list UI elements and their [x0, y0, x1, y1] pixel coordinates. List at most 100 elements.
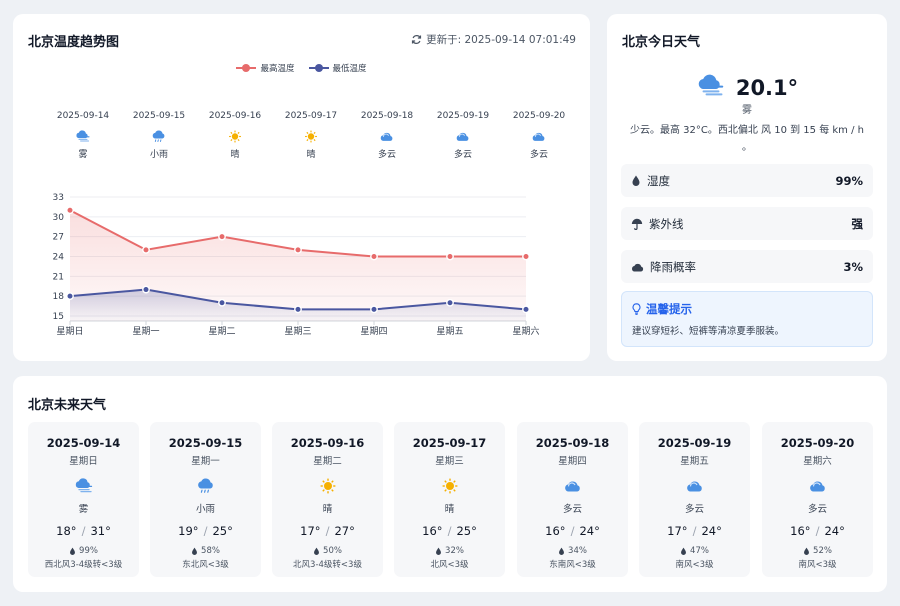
future-wind: 西北风3-4级转<3级 [44, 560, 123, 570]
today-title: 北京今日天气 [622, 35, 701, 50]
y-tick-label: 18 [53, 292, 65, 302]
future-temp-range: 17° / 27° [272, 524, 383, 538]
future-condition: 雾 [78, 504, 89, 515]
rain-icon [150, 473, 261, 499]
stat-uv: 紫外线 强 [621, 207, 873, 240]
stat-uv-label: 紫外线 [649, 216, 684, 231]
point-high-3 [294, 245, 302, 254]
future-temp-range: 17° / 24° [639, 524, 750, 538]
future-day-card[interactable]: 2025-09-18 星期四 多云 16° / 24° 34% 东南风<3级 [517, 422, 628, 577]
future-condition: 多云 [684, 504, 704, 515]
temp-separator: / [815, 524, 820, 538]
sun-icon [272, 473, 383, 499]
temperature-trend-card: 北京温度趋势图 更新于: 2025-09-14 07:01:49 最高温度 最低… [13, 14, 590, 361]
point-low-4 [370, 305, 378, 314]
future-condition: 多云 [807, 504, 827, 515]
future-humidity: 99% [28, 546, 139, 556]
point-high-0 [66, 206, 74, 215]
future-humidity: 47% [639, 546, 750, 556]
tip-box: 温馨提示 建议穿短衫、短裤等清凉夏季服装。 [621, 291, 873, 347]
x-tick-label: 星期日 [56, 326, 83, 337]
y-tick-label: 21 [53, 272, 64, 282]
future-weather-card: 北京未来天气 2025-09-14 星期日雾 18° / 31° 99% 西北风3-4级转<… [13, 376, 887, 592]
future-temp-range: 16° / 25° [394, 524, 505, 538]
x-tick-label: 星期二 [208, 326, 235, 337]
future-day-card[interactable]: 2025-09-19 星期五 多云 17° / 24° 47% 南风<3级 [639, 422, 750, 577]
future-wind: 北风3-4级转<3级 [293, 560, 362, 570]
future-humidity-value: 47% [690, 546, 709, 556]
future-weekday: 星期六 [803, 456, 832, 467]
y-tick-label: 33 [53, 193, 64, 203]
future-weekday: 星期五 [680, 456, 709, 467]
future-title: 北京未来天气 [28, 398, 107, 413]
temp-separator: / [447, 524, 452, 538]
x-tick-label: 星期四 [360, 326, 387, 337]
x-tick-label: 星期六 [512, 325, 539, 337]
temp-separator: / [81, 524, 86, 538]
future-humidity: 58% [150, 546, 261, 556]
today-main: 20.1° [607, 74, 887, 102]
future-day-card[interactable]: 2025-09-15 星期一 小雨 19° / 25° 58% 东北风<3级 [150, 422, 261, 577]
cloud-icon [632, 263, 644, 271]
future-weekday: 星期日 [69, 456, 98, 467]
droplet-icon [314, 547, 319, 555]
stat-uv-value: 强 [851, 216, 864, 231]
temp-separator: / [570, 524, 575, 538]
future-date: 2025-09-20 [780, 436, 855, 450]
future-day-card[interactable]: 2025-09-16 星期二晴 17° / 27° 50% 北风3-4级转<3级 [272, 422, 383, 577]
today-temperature: 20.1° [735, 76, 799, 100]
future-date: 2025-09-15 [168, 436, 243, 450]
future-humidity-value: 52% [813, 546, 832, 556]
sun-icon [394, 473, 505, 499]
droplet-icon [192, 547, 197, 555]
umbrella-icon [631, 218, 643, 230]
point-low-5 [446, 298, 454, 307]
droplet-icon [559, 547, 564, 555]
point-low-2 [218, 298, 226, 307]
point-high-5 [446, 252, 454, 261]
temperature-line-chart: 15 18 21 24 27 30 33 星期日 星期一 星期二 星期三 星期四 星期五 星期六 [53, 193, 540, 337]
fog-icon [696, 74, 726, 102]
future-humidity: 50% [272, 546, 383, 556]
y-tick-label: 24 [53, 253, 65, 263]
future-weekday: 星期四 [558, 456, 587, 467]
future-high: 31° [90, 524, 111, 538]
future-date: 2025-09-14 [46, 436, 121, 450]
y-tick-label: 15 [53, 312, 64, 322]
tip-title: 温馨提示 [646, 302, 692, 316]
future-humidity: 32% [394, 546, 505, 556]
future-day-card[interactable]: 2025-09-14 星期日雾 18° / 31° 99% 西北风3-4级转<3级 [28, 422, 139, 577]
future-temp-range: 16° / 24° [762, 524, 873, 538]
droplet-icon [681, 547, 686, 555]
future-low: 18° [56, 524, 77, 538]
future-wind: 北风<3级 [430, 560, 469, 570]
future-temp-range: 18° / 31° [28, 524, 139, 538]
lightbulb-icon [632, 303, 641, 315]
x-tick-label: 星期一 [132, 326, 159, 337]
droplet-icon [632, 175, 640, 186]
y-tick-label: 30 [53, 213, 65, 223]
point-high-1 [142, 245, 150, 254]
future-weekday: 星期三 [435, 456, 464, 467]
temp-separator: / [325, 524, 330, 538]
future-temp-range: 19° / 25° [150, 524, 261, 538]
point-low-0 [66, 292, 74, 301]
cloud-icon [762, 473, 873, 499]
future-humidity-value: 50% [323, 546, 342, 556]
fog-icon [28, 473, 139, 499]
point-low-1 [142, 285, 150, 294]
today-condition: 雾 [742, 105, 752, 116]
cloud-icon [517, 473, 628, 499]
future-date: 2025-09-18 [535, 436, 610, 450]
future-day-card[interactable]: 2025-09-20 星期六 多云 16° / 24° 52% 南风<3级 [762, 422, 873, 577]
future-humidity-value: 32% [445, 546, 464, 556]
point-high-4 [370, 252, 378, 261]
future-day-card[interactable]: 2025-09-17 星期三晴 16° / 25° 32% 北风<3级 [394, 422, 505, 577]
stat-humidity-label: 湿度 [647, 173, 670, 188]
future-wind: 东南风<3级 [549, 560, 596, 570]
stat-rain-chance: 降雨概率 3% [621, 250, 873, 283]
future-date: 2025-09-19 [657, 436, 732, 450]
today-description: 少云。最高 32°C。西北偏北 风 10 到 15 每 km / h 。 [629, 125, 864, 153]
future-date: 2025-09-16 [290, 436, 365, 450]
future-humidity-value: 58% [201, 546, 220, 556]
